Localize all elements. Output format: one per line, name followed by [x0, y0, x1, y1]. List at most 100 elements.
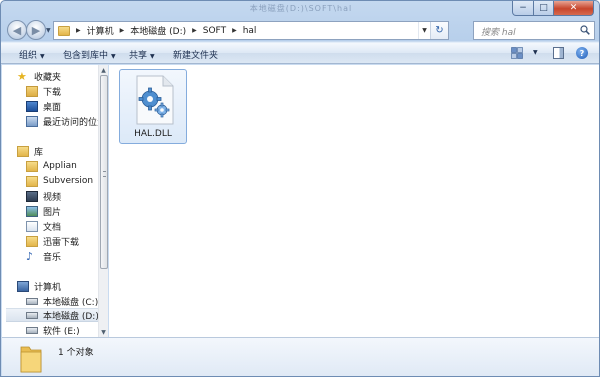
- navigation-pane: ★ 收藏夹 下载 桌面 最近访问的位置 库 Applian Subversion: [2, 65, 98, 337]
- sidebar-item-label: 迅雷下载: [43, 237, 80, 248]
- sidebar-item-label: 收藏夹: [34, 72, 62, 83]
- folder-icon: [26, 235, 38, 247]
- folder-icon: [58, 25, 70, 36]
- folder-icon: [20, 346, 42, 373]
- share-label: 共享: [129, 51, 148, 61]
- window-controls: − □ ✕: [512, 1, 594, 16]
- sidebar-item-favorites[interactable]: ★ 收藏夹: [17, 69, 98, 83]
- new-folder-label: 新建文件夹: [173, 51, 219, 61]
- navigation-scrollbar[interactable]: ▲ ▼: [98, 65, 108, 337]
- drive-icon: [26, 326, 38, 334]
- desktop-icon: [26, 100, 38, 112]
- scrollbar-thumb[interactable]: [100, 75, 108, 269]
- star-icon: ★: [17, 69, 27, 83]
- address-bar[interactable]: ▶ 计算机 ▶ 本地磁盘 (D:) ▶ SOFT ▶ hal ▼ ↻: [53, 21, 449, 40]
- sidebar-item-desktop[interactable]: 桌面: [26, 99, 98, 113]
- sidebar-item-label: 软件 (E:): [43, 326, 80, 337]
- organize-menu[interactable]: 组织 ▼: [19, 48, 45, 61]
- help-icon[interactable]: ?: [576, 47, 588, 59]
- explorer-window: 本地磁盘(D:)\SOFT\hal − □ ✕ ◀ ▶ ▼ ▶ 计算机 ▶ 本地…: [0, 0, 600, 377]
- search-icon[interactable]: [580, 25, 590, 35]
- video-icon: [26, 190, 38, 202]
- title-bar[interactable]: 本地磁盘(D:)\SOFT\hal − □ ✕: [1, 1, 599, 17]
- grip-icon: [103, 171, 106, 177]
- library-icon: [17, 145, 29, 157]
- scroll-up-arrow-icon[interactable]: ▲: [99, 65, 108, 75]
- sidebar-item-label: 本地磁盘 (C:): [43, 297, 98, 308]
- chevron-right-icon[interactable]: ▶: [120, 27, 125, 34]
- sidebar-item-label: Subversion: [43, 176, 94, 186]
- downloads-folder-icon: [26, 85, 38, 97]
- sidebar-item-thunder-downloads[interactable]: 迅雷下载: [26, 234, 98, 248]
- file-list[interactable]: HAL.DLL: [109, 65, 599, 337]
- document-icon: [26, 220, 38, 232]
- sidebar-item-label: 最近访问的位置: [43, 117, 98, 128]
- sidebar-item-computer[interactable]: 计算机: [17, 279, 98, 293]
- preview-pane-icon[interactable]: [553, 47, 564, 59]
- breadcrumb-soft[interactable]: SOFT: [203, 26, 226, 36]
- sidebar-item-documents[interactable]: 文档: [26, 219, 98, 233]
- include-in-library-menu[interactable]: 包含到库中 ▼: [63, 48, 116, 61]
- folder-icon: [26, 175, 38, 187]
- computer-icon: [17, 280, 29, 292]
- sidebar-item-label: 文档: [43, 222, 62, 233]
- chevron-right-icon[interactable]: ▶: [76, 27, 81, 34]
- sidebar-item-music[interactable]: ♪ 音乐: [26, 249, 98, 263]
- back-arrow-icon: ◀: [12, 23, 22, 37]
- chevron-right-icon[interactable]: ▶: [232, 27, 237, 34]
- maximize-button[interactable]: □: [534, 1, 554, 16]
- windows-drive-icon: [26, 297, 38, 305]
- sidebar-item-label: 图片: [43, 207, 62, 218]
- navigation-row: ◀ ▶ ▼ ▶ 计算机 ▶ 本地磁盘 (D:) ▶ SOFT ▶ hal ▼ ↻…: [1, 19, 599, 41]
- drive-icon: [26, 311, 38, 319]
- folder-icon: [26, 160, 38, 172]
- dropdown-arrow-icon: ▼: [111, 53, 116, 60]
- organize-label: 组织: [19, 51, 38, 61]
- recent-pages-dropdown[interactable]: ▼: [46, 27, 51, 34]
- chevron-right-icon[interactable]: ▶: [192, 27, 197, 34]
- search-input[interactable]: 搜索 hal: [473, 21, 595, 40]
- sidebar-item-label: 视频: [43, 192, 62, 203]
- breadcrumb-computer[interactable]: 计算机: [87, 24, 114, 37]
- address-history-dropdown[interactable]: ▼: [418, 22, 430, 39]
- music-note-icon: ♪: [26, 249, 34, 263]
- sidebar-item-pictures[interactable]: 图片: [26, 204, 98, 218]
- sidebar-item-libraries[interactable]: 库: [17, 144, 98, 158]
- sidebar-item-videos[interactable]: 视频: [26, 189, 98, 203]
- sidebar-item-recent[interactable]: 最近访问的位置: [26, 114, 98, 128]
- file-name: HAL.DLL: [134, 129, 172, 139]
- breadcrumb-drive-d[interactable]: 本地磁盘 (D:): [130, 24, 186, 37]
- close-button[interactable]: ✕: [554, 1, 594, 16]
- view-options-dropdown[interactable]: ▼: [533, 49, 538, 56]
- sidebar-item-label: Applian: [43, 161, 77, 171]
- dropdown-arrow-icon: ▼: [40, 53, 45, 60]
- details-pane: 1 个对象: [2, 337, 599, 376]
- forward-button[interactable]: ▶: [26, 20, 46, 40]
- sidebar-item-label: 计算机: [34, 282, 62, 293]
- search-placeholder: 搜索 hal: [481, 28, 516, 38]
- sidebar-item-subversion[interactable]: Subversion: [26, 174, 98, 188]
- sidebar-item-drive-d[interactable]: 本地磁盘 (D:): [6, 308, 98, 322]
- sidebar-item-label: 下载: [43, 87, 62, 98]
- sidebar-item-downloads[interactable]: 下载: [26, 84, 98, 98]
- sidebar-item-applian[interactable]: Applian: [26, 159, 98, 173]
- sidebar-item-drive-e[interactable]: 软件 (E:): [26, 323, 98, 337]
- recent-places-icon: [26, 115, 38, 127]
- window-title: 本地磁盘(D:)\SOFT\hal: [249, 4, 353, 13]
- share-menu[interactable]: 共享 ▼: [129, 48, 155, 61]
- back-button[interactable]: ◀: [7, 20, 27, 40]
- sidebar-item-drive-c[interactable]: 本地磁盘 (C:): [26, 294, 98, 308]
- minimize-button[interactable]: −: [512, 1, 534, 16]
- breadcrumb-hal[interactable]: hal: [243, 26, 257, 36]
- dropdown-arrow-icon: ▼: [150, 53, 155, 60]
- scroll-down-arrow-icon[interactable]: ▼: [99, 327, 108, 337]
- forward-arrow-icon: ▶: [31, 23, 41, 37]
- change-view-icon[interactable]: [511, 47, 523, 59]
- dll-gear-icon: [136, 75, 174, 125]
- new-folder-button[interactable]: 新建文件夹: [173, 48, 218, 61]
- include-in-library-label: 包含到库中: [63, 51, 109, 61]
- refresh-button[interactable]: ↻: [430, 22, 448, 39]
- picture-icon: [26, 205, 38, 217]
- sidebar-item-label: 桌面: [43, 102, 62, 113]
- file-item[interactable]: HAL.DLL: [119, 69, 187, 144]
